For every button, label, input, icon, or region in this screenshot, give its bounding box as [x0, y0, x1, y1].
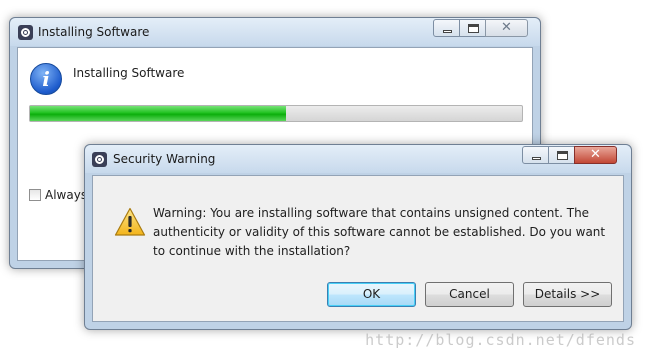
window-controls: ✕	[433, 19, 528, 39]
maximize-button[interactable]	[459, 19, 486, 37]
minimize-icon	[532, 157, 541, 160]
minimize-button[interactable]	[433, 19, 460, 37]
eclipse-icon	[92, 152, 107, 167]
close-button[interactable]: ✕	[485, 19, 528, 37]
always-checkbox-label[interactable]: Always	[45, 188, 87, 202]
blog-watermark: http://blog.csdn.net/dfends	[365, 331, 636, 349]
window-title: Installing Software	[38, 25, 150, 39]
warning-message: Warning: You are installing software tha…	[153, 206, 606, 258]
always-run-in-background-checkbox[interactable]	[29, 189, 41, 201]
dialog-title: Security Warning	[113, 152, 216, 166]
eclipse-icon	[18, 25, 33, 40]
security-warning-content: Warning: You are installing software tha…	[92, 175, 624, 322]
info-icon: i	[30, 63, 62, 95]
close-icon: ✕	[590, 147, 601, 162]
maximize-button[interactable]	[548, 146, 575, 164]
warning-icon	[114, 207, 146, 236]
cancel-button[interactable]: Cancel	[425, 282, 514, 307]
minimize-icon	[443, 30, 452, 33]
minimize-button[interactable]	[522, 146, 549, 164]
close-button[interactable]: ✕	[574, 146, 617, 164]
maximize-icon	[468, 24, 479, 33]
installing-software-titlebar[interactable]: Installing Software ✕	[10, 18, 540, 46]
installing-heading: Installing Software	[73, 66, 185, 80]
install-progress-fill	[30, 106, 286, 121]
close-icon: ✕	[501, 20, 512, 35]
security-warning-dialog: Security Warning ✕ Warning: You are inst…	[84, 144, 632, 330]
ok-button[interactable]: OK	[327, 282, 416, 307]
maximize-icon	[557, 151, 568, 160]
install-progress-bar	[29, 105, 523, 122]
dialog-window-controls: ✕	[522, 146, 617, 166]
details-button[interactable]: Details >>	[523, 282, 612, 307]
security-warning-titlebar[interactable]: Security Warning ✕	[85, 145, 631, 173]
